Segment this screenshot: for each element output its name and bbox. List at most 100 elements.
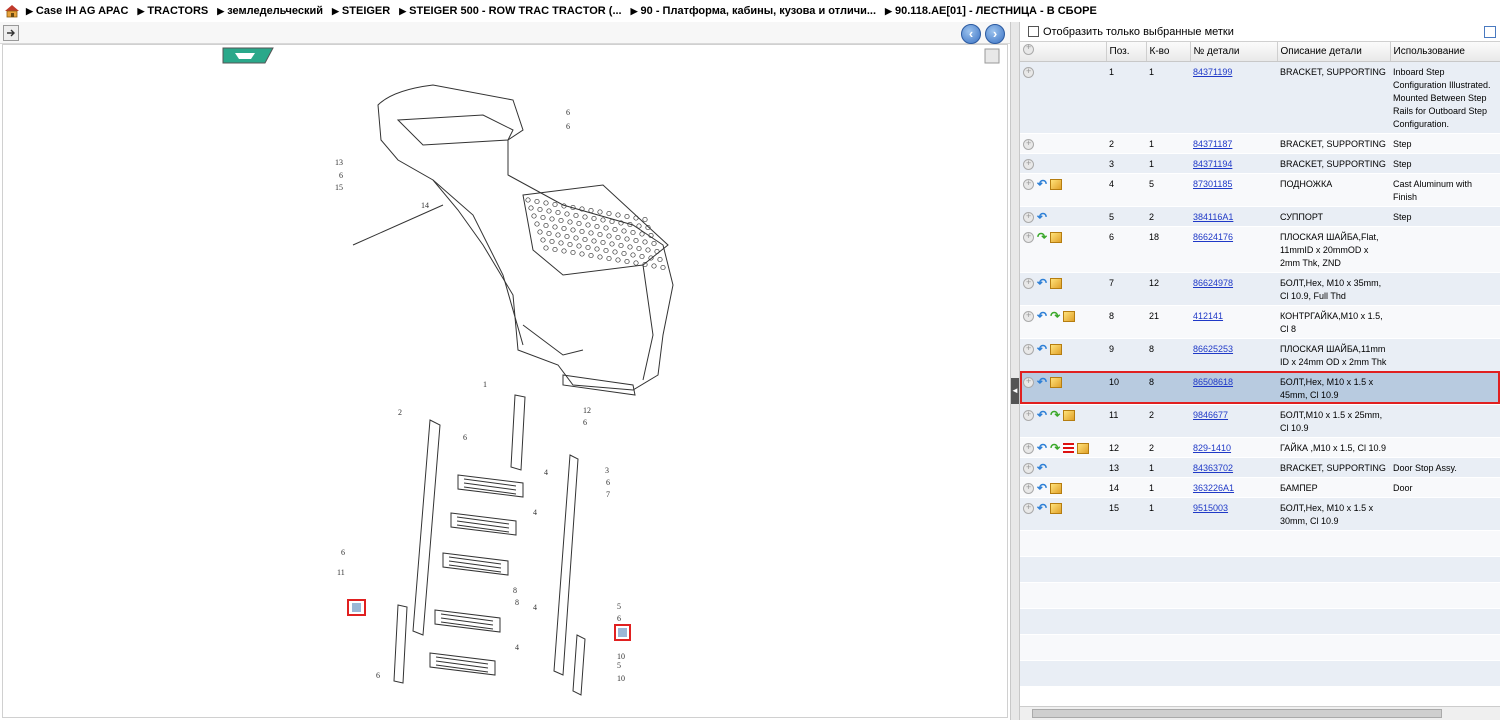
table-row[interactable]: ↶ 141363226A1 БАМПЕРDoor	[1020, 477, 1500, 498]
column-header-description[interactable]: Описание детали	[1277, 42, 1391, 62]
add-to-cart-icon[interactable]	[1023, 342, 1034, 355]
table-row[interactable]: ↶ 52384116A1 СУППОРТStep	[1020, 206, 1500, 227]
table-row[interactable]: ↶ 4587301185 ПОДНОЖКАCast Aluminum with Fi…	[1020, 173, 1500, 207]
package-icon[interactable]	[1050, 178, 1063, 190]
package-icon[interactable]	[1063, 310, 1076, 322]
add-to-cart-icon[interactable]	[1023, 157, 1034, 170]
forward-arrow-icon[interactable]: ↷	[1050, 310, 1060, 322]
part-number-link[interactable]: 384116A1	[1193, 212, 1233, 222]
part-number-link[interactable]: 84363702	[1193, 463, 1233, 473]
part-number-link[interactable]: 86508618	[1193, 377, 1233, 387]
expand-icon[interactable]	[1484, 26, 1496, 38]
cell-pos: 15	[1106, 497, 1146, 531]
part-number-link[interactable]: 84371199	[1193, 67, 1232, 77]
table-row[interactable]: ↶ 13184363702 BRACKET, SUPPORTINGDoor Stop…	[1020, 457, 1500, 478]
parts-diagram[interactable]: 13 6 15 14 6 6 1 2 6 4 3 6 7 4 6 11 4 8 8 5 6 6 5 4 12 6 10 10	[2, 44, 1008, 718]
filter-checkbox[interactable]	[1028, 26, 1039, 37]
add-to-cart-icon[interactable]	[1023, 137, 1034, 150]
table-row[interactable]: 3184371194 BRACKET, SUPPORTINGStep	[1020, 153, 1500, 174]
table-row[interactable]: ↶↷821412141КОНТРГАЙКА,M10 x 1.5, Cl 8	[1020, 305, 1500, 339]
add-to-cart-icon[interactable]	[1023, 441, 1034, 454]
part-number-link[interactable]: 9846677	[1193, 410, 1228, 420]
forward-arrow-icon[interactable]: ↷	[1037, 231, 1047, 243]
part-number-link[interactable]: 9515003	[1193, 503, 1228, 513]
package-icon[interactable]	[1050, 277, 1063, 289]
table-row[interactable]: ↷ 61886624176 ПЛОСКАЯ ШАЙБА,Flat, 11mmID x…	[1020, 226, 1500, 273]
part-number-link[interactable]: 363226A1	[1193, 483, 1234, 493]
back-arrow-icon[interactable]: ↶	[1037, 343, 1047, 355]
column-header-usage[interactable]: Использование	[1390, 42, 1500, 62]
breadcrumb-item[interactable]: ▶ STEIGER	[332, 5, 390, 17]
part-number-link[interactable]: 84371194	[1193, 159, 1232, 169]
table-row[interactable]: ↶ 10886508618 БОЛТ,Hex, M10 x 1.5 x 45mm, …	[1020, 371, 1500, 405]
package-icon[interactable]	[1050, 231, 1063, 243]
back-arrow-icon[interactable]: ↶	[1037, 502, 1047, 514]
grating-hole	[567, 219, 573, 225]
add-to-cart-icon[interactable]	[1023, 309, 1034, 322]
export-icon[interactable]	[3, 25, 19, 41]
table-row[interactable]: ↶↷122829-1410ГАЙКА ,M10 x 1.5, Cl 10.9	[1020, 437, 1500, 458]
forward-arrow-icon[interactable]: ↷	[1050, 442, 1060, 454]
column-header-qty[interactable]: К-во	[1146, 42, 1191, 62]
panel-splitter[interactable]: ◄	[1010, 22, 1020, 720]
add-to-cart-icon[interactable]	[1023, 408, 1034, 421]
add-to-cart-icon[interactable]	[1023, 230, 1034, 243]
part-number-link[interactable]: 829-1410	[1193, 443, 1231, 453]
package-icon[interactable]	[1050, 482, 1063, 494]
home-icon[interactable]	[4, 4, 20, 18]
breadcrumb-item[interactable]: ▶ 90.118.AE[01] - ЛЕСТНИЦА - В СБОРЕ	[885, 5, 1097, 17]
column-header-icons[interactable]	[1020, 42, 1107, 62]
back-arrow-icon[interactable]: ↶	[1037, 277, 1047, 289]
add-to-cart-icon[interactable]	[1023, 177, 1034, 190]
add-to-cart-icon[interactable]	[1023, 375, 1034, 388]
back-arrow-icon[interactable]: ↶	[1037, 442, 1047, 454]
back-arrow-icon[interactable]: ↶	[1037, 409, 1047, 421]
breadcrumb-item[interactable]: ▶ 90 - Платформа, кабины, кузова и отличи…	[631, 5, 876, 17]
back-arrow-icon[interactable]: ↶	[1037, 211, 1047, 223]
part-number-link[interactable]: 86625253	[1193, 344, 1233, 354]
add-to-cart-icon[interactable]	[1023, 481, 1034, 494]
back-arrow-icon[interactable]: ↶	[1037, 310, 1047, 322]
column-header-part-number[interactable]: № детали	[1190, 42, 1278, 62]
forward-arrow-icon[interactable]: ↷	[1050, 409, 1060, 421]
package-icon[interactable]	[1050, 376, 1063, 388]
back-arrow-icon[interactable]: ↶	[1037, 482, 1047, 494]
package-icon[interactable]	[1077, 442, 1090, 454]
package-icon[interactable]	[1050, 343, 1063, 355]
add-to-cart-icon[interactable]	[1023, 461, 1034, 474]
next-button[interactable]: ›	[985, 24, 1005, 44]
part-number-link[interactable]: 86624978	[1193, 278, 1233, 288]
add-to-cart-icon[interactable]	[1023, 210, 1034, 223]
package-icon[interactable]	[1050, 502, 1063, 514]
cell-qty: 18	[1146, 226, 1190, 273]
back-arrow-icon[interactable]: ↶	[1037, 178, 1047, 190]
part-number-link[interactable]: 412141	[1193, 311, 1223, 321]
table-row[interactable]: ↶ 71286624978 БОЛТ,Hex, M10 x 35mm, Cl 10.…	[1020, 272, 1500, 306]
part-number-link[interactable]: 84371187	[1193, 139, 1232, 149]
part-number-link[interactable]: 87301185	[1193, 179, 1232, 189]
breadcrumb-item[interactable]: ▶ земледельческий	[217, 5, 323, 17]
add-all-icon[interactable]	[1023, 42, 1034, 56]
add-to-cart-icon[interactable]	[1023, 501, 1034, 514]
table-row[interactable]: 1184371199BRACKET, SUPPORTINGInboard Ste…	[1020, 61, 1500, 134]
flag-icon[interactable]	[1063, 443, 1075, 453]
table-row[interactable]: ↶ 9886625253 ПЛОСКАЯ ШАЙБА,11mm ID x 24mm …	[1020, 338, 1500, 372]
breadcrumb-item[interactable]: ▶ TRACTORS	[137, 5, 208, 17]
back-arrow-icon[interactable]: ↶	[1037, 462, 1047, 474]
part-number-link[interactable]: 86624176	[1193, 232, 1233, 242]
breadcrumb-item[interactable]: ▶ STEIGER 500 - ROW TRAC TRACTOR (...	[399, 5, 621, 17]
horizontal-scrollbar[interactable]	[1020, 706, 1500, 720]
column-header-pos[interactable]: Поз.	[1106, 42, 1147, 62]
back-arrow-icon[interactable]: ↶	[1037, 376, 1047, 388]
table-row[interactable]: ↶ 1519515003 БОЛТ,Hex, M10 x 1.5 x 30mm, C…	[1020, 497, 1500, 531]
previous-button[interactable]: ‹	[961, 24, 981, 44]
collapse-icon[interactable]: ◄	[1011, 378, 1019, 404]
package-icon[interactable]	[1063, 409, 1076, 421]
add-to-cart-icon[interactable]	[1023, 65, 1034, 78]
table-row[interactable]: ↶↷1129846677БОЛТ,M10 x 1.5 x 25mm, Cl 10…	[1020, 404, 1500, 438]
table-row[interactable]: 2184371187 BRACKET, SUPPORTINGStep	[1020, 133, 1500, 154]
breadcrumb-item[interactable]: ▶ Case IH AG APAC	[26, 5, 128, 17]
cell-part-number: 9515003	[1190, 497, 1277, 531]
scrollbar-thumb[interactable]	[1032, 709, 1442, 718]
add-to-cart-icon[interactable]	[1023, 276, 1034, 289]
